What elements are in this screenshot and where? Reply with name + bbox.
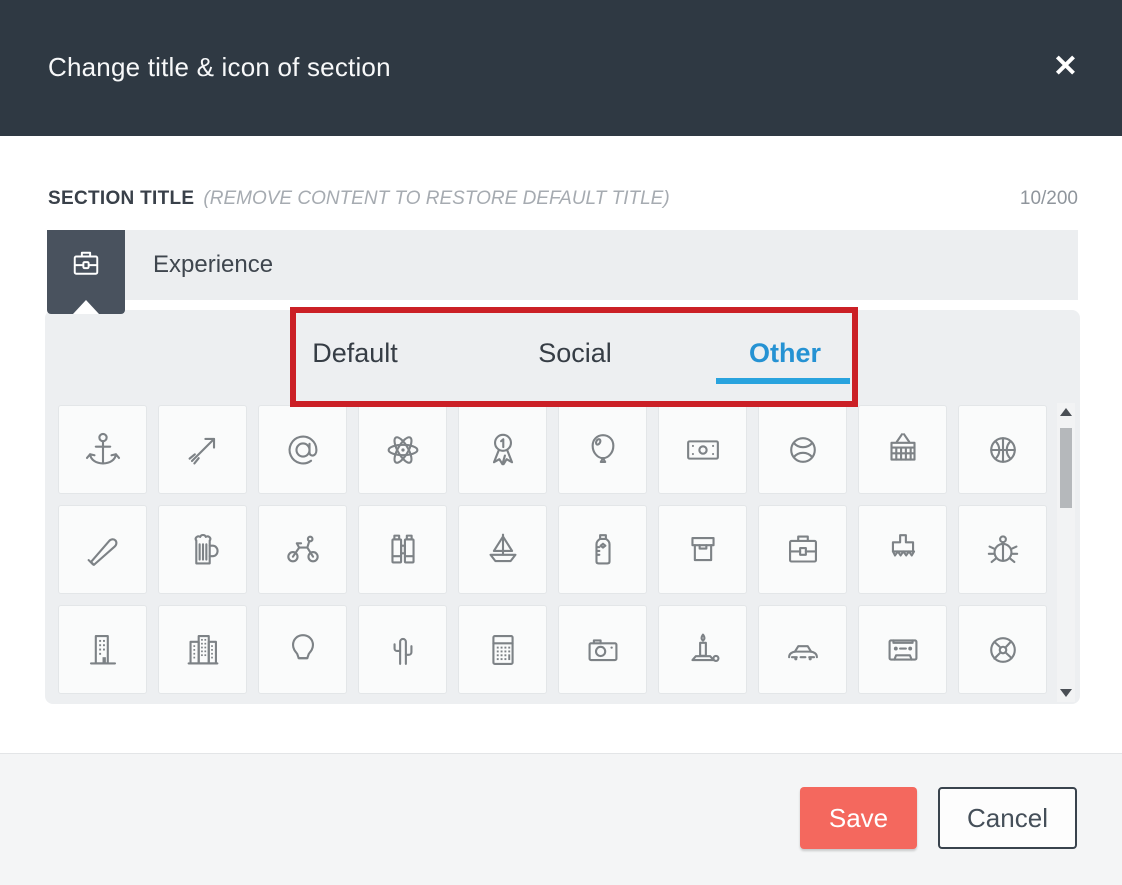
char-counter: 10/200 [1020, 188, 1078, 210]
cancel-button[interactable]: Cancel [938, 787, 1077, 849]
scroll-down-icon[interactable] [1060, 689, 1072, 697]
icon-tile-briefcase[interactable] [758, 505, 847, 594]
balloon-icon [580, 427, 626, 473]
icon-tile-cassette[interactable] [858, 605, 947, 694]
bulb-icon [280, 627, 326, 673]
calculator-icon [480, 627, 526, 673]
modal-header: Change title & icon of section ✕ [0, 0, 1122, 136]
icon-tile-baseball-bat[interactable] [58, 505, 147, 594]
icon-tile-anchor[interactable] [58, 405, 147, 494]
icon-tile-at-sign[interactable] [258, 405, 347, 494]
icon-tile-basket[interactable] [858, 405, 947, 494]
icon-tile-buildings[interactable] [158, 605, 247, 694]
briefcase-icon [780, 527, 826, 573]
baseball-icon [780, 427, 826, 473]
bottle-icon [580, 527, 626, 573]
icon-tile-cd[interactable] [958, 605, 1047, 694]
tab-social[interactable]: Social [495, 310, 655, 396]
modal-footer: Save Cancel [0, 753, 1122, 885]
icon-tile-award[interactable] [458, 405, 547, 494]
anchor-icon [80, 427, 126, 473]
section-icon-button[interactable] [47, 230, 125, 314]
building-icon [80, 627, 126, 673]
box-icon [680, 527, 726, 573]
section-title-input[interactable] [125, 230, 1078, 300]
at-sign-icon [280, 427, 326, 473]
tab-default[interactable]: Default [275, 310, 435, 396]
icon-tab-bar: DefaultSocialOther [45, 310, 1080, 396]
binoculars-icon [380, 527, 426, 573]
icon-picker-panel: DefaultSocialOther [45, 310, 1080, 704]
scrollbar-thumb[interactable] [1060, 428, 1072, 508]
section-title-hint: (REMOVE CONTENT TO RESTORE DEFAULT TITLE… [203, 188, 669, 209]
bug-icon [980, 527, 1026, 573]
icon-tile-camera[interactable] [558, 605, 647, 694]
icon-tile-brush[interactable] [858, 505, 947, 594]
icon-tile-car[interactable] [758, 605, 847, 694]
active-tab-underline [716, 378, 850, 384]
close-icon[interactable]: ✕ [1053, 50, 1078, 84]
icon-tile-bottle[interactable] [558, 505, 647, 594]
camera-icon [580, 627, 626, 673]
banknote-icon [680, 427, 726, 473]
icon-tile-calculator[interactable] [458, 605, 547, 694]
cd-icon [980, 627, 1026, 673]
icon-tile-arrow[interactable] [158, 405, 247, 494]
icon-tile-binoculars[interactable] [358, 505, 447, 594]
cassette-icon [880, 627, 926, 673]
modal-title: Change title & icon of section [48, 52, 391, 83]
icon-tile-boat[interactable] [458, 505, 547, 594]
icon-tile-bicycle[interactable] [258, 505, 347, 594]
icon-tile-box[interactable] [658, 505, 747, 594]
icon-tile-bug[interactable] [958, 505, 1047, 594]
icon-tile-candle[interactable] [658, 605, 747, 694]
icon-tile-basketball[interactable] [958, 405, 1047, 494]
candle-icon [680, 627, 726, 673]
briefcase-icon [68, 246, 104, 282]
icon-tile-building[interactable] [58, 605, 147, 694]
icon-grid [58, 405, 1047, 694]
scrollbar[interactable] [1057, 403, 1075, 702]
arrow-icon [180, 427, 226, 473]
icon-tile-beer[interactable] [158, 505, 247, 594]
modal-change-title-icon: Change title & icon of section ✕ SECTION… [0, 0, 1122, 885]
save-button[interactable]: Save [800, 787, 917, 849]
bicycle-icon [280, 527, 326, 573]
section-title-label: SECTION TITLE [48, 188, 194, 209]
baseball-bat-icon [80, 527, 126, 573]
icon-tile-atom[interactable] [358, 405, 447, 494]
brush-icon [880, 527, 926, 573]
award-icon [480, 427, 526, 473]
basketball-icon [980, 427, 1026, 473]
boat-icon [480, 527, 526, 573]
icon-tile-baseball[interactable] [758, 405, 847, 494]
icon-tile-cactus[interactable] [358, 605, 447, 694]
buildings-icon [180, 627, 226, 673]
beer-icon [180, 527, 226, 573]
basket-icon [880, 427, 926, 473]
car-icon [780, 627, 826, 673]
icon-tile-bulb[interactable] [258, 605, 347, 694]
atom-icon [380, 427, 426, 473]
scroll-up-icon[interactable] [1060, 408, 1072, 416]
section-title-label-row: SECTION TITLE (REMOVE CONTENT TO RESTORE … [48, 188, 1078, 214]
icon-tile-banknote[interactable] [658, 405, 747, 494]
icon-tile-balloon[interactable] [558, 405, 647, 494]
cactus-icon [380, 627, 426, 673]
